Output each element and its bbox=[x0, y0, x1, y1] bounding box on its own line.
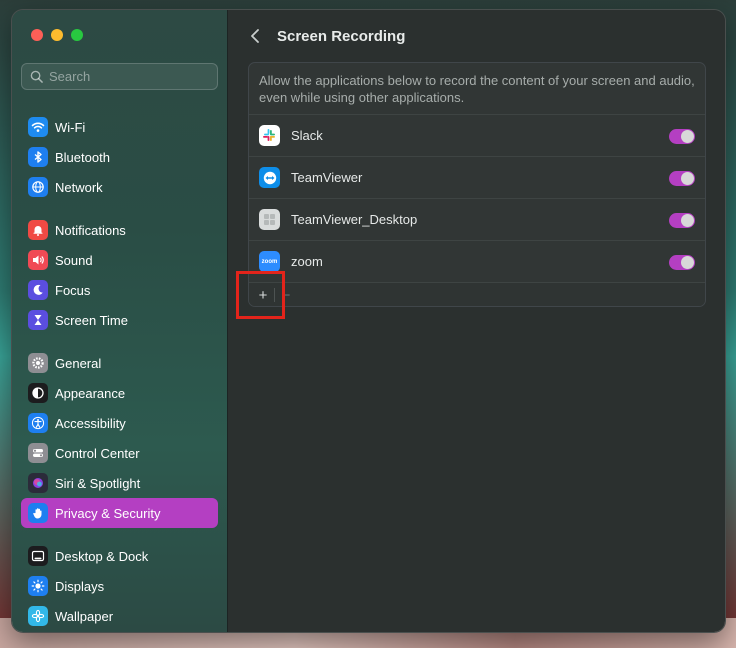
search-field[interactable] bbox=[21, 63, 218, 90]
zoom-icon-text: zoom bbox=[261, 258, 278, 265]
panel-description: Allow the applications below to record t… bbox=[259, 73, 695, 105]
toolbar: Screen Recording bbox=[246, 26, 405, 46]
sidebar-item-general[interactable]: General bbox=[21, 348, 218, 378]
sidebar-item-focus[interactable]: Focus bbox=[21, 275, 218, 305]
speaker-icon bbox=[28, 250, 48, 270]
appearance-icon bbox=[28, 383, 48, 403]
sidebar-item-label: Desktop & Dock bbox=[55, 548, 149, 564]
sidebar-item-displays[interactable]: Displays bbox=[21, 571, 218, 601]
wifi-icon bbox=[28, 117, 48, 137]
moon-icon bbox=[28, 280, 48, 300]
app-name: TeamViewer bbox=[291, 170, 363, 185]
bell-icon bbox=[28, 220, 48, 240]
sidebar-item-label: General bbox=[55, 355, 102, 371]
globe-icon bbox=[28, 177, 48, 197]
app-name: Slack bbox=[291, 128, 323, 143]
remove-app-button[interactable]: − bbox=[275, 285, 297, 305]
sidebar-item-network[interactable]: Network bbox=[21, 172, 218, 202]
sidebar: Wi-Fi Bluetooth Network bbox=[12, 10, 228, 632]
zoom-toggle[interactable] bbox=[669, 255, 695, 270]
sidebar-item-privacy-security[interactable]: Privacy & Security bbox=[21, 498, 218, 528]
hand-icon bbox=[28, 503, 48, 523]
add-app-button[interactable]: + bbox=[252, 285, 274, 305]
sidebar-group-system: General Appearance Accessibility Control… bbox=[21, 348, 218, 528]
sidebar-item-label: Wallpaper bbox=[55, 608, 114, 624]
app-name: TeamViewer_Desktop bbox=[291, 212, 418, 227]
panel-footer: + − bbox=[249, 282, 705, 306]
zoom-button[interactable] bbox=[71, 29, 83, 41]
sidebar-item-control-center[interactable]: Control Center bbox=[21, 438, 218, 468]
sidebar-nav: Wi-Fi Bluetooth Network Notifications So… bbox=[21, 112, 218, 632]
toggle-knob bbox=[681, 130, 694, 143]
sidebar-item-label: Sound bbox=[55, 252, 93, 268]
page-title: Screen Recording bbox=[277, 27, 406, 45]
slack-icon bbox=[259, 125, 280, 146]
sidebar-group-notifications: Notifications Sound Focus Screen Time bbox=[21, 215, 218, 335]
sidebar-item-label: Appearance bbox=[55, 385, 126, 401]
generic-app-icon bbox=[259, 209, 280, 230]
sidebar-item-label: Displays bbox=[55, 578, 105, 594]
hourglass-icon bbox=[28, 310, 48, 330]
app-row-teamviewer-desktop: TeamViewer_Desktop bbox=[249, 198, 705, 240]
sidebar-item-bluetooth[interactable]: Bluetooth bbox=[21, 142, 218, 172]
back-button[interactable] bbox=[246, 26, 264, 46]
app-name: zoom bbox=[291, 254, 323, 269]
sidebar-item-label: Wi-Fi bbox=[55, 119, 86, 135]
close-button[interactable] bbox=[31, 29, 43, 41]
sidebar-item-desktop-dock[interactable]: Desktop & Dock bbox=[21, 541, 218, 571]
search-icon bbox=[30, 70, 43, 83]
sidebar-item-accessibility[interactable]: Accessibility bbox=[21, 408, 218, 438]
sidebar-item-label: Notifications bbox=[55, 222, 126, 238]
app-permissions-panel: Allow the applications below to record t… bbox=[248, 62, 706, 307]
teamviewer-desktop-toggle[interactable] bbox=[669, 213, 695, 228]
window-controls bbox=[31, 29, 83, 41]
sidebar-item-wifi[interactable]: Wi-Fi bbox=[21, 112, 218, 142]
slack-toggle[interactable] bbox=[669, 129, 695, 144]
sidebar-item-label: Network bbox=[55, 179, 103, 195]
sidebar-item-label: Privacy & Security bbox=[55, 505, 161, 521]
flower-icon bbox=[28, 606, 48, 626]
main-content: Screen Recording Allow the applications … bbox=[228, 10, 725, 632]
sidebar-item-label: Siri & Spotlight bbox=[55, 475, 141, 491]
teamviewer-toggle[interactable] bbox=[669, 171, 695, 186]
sidebar-group-connectivity: Wi-Fi Bluetooth Network bbox=[21, 112, 218, 202]
sidebar-group-display: Desktop & Dock Displays Wallpaper bbox=[21, 541, 218, 631]
sidebar-item-appearance[interactable]: Appearance bbox=[21, 378, 218, 408]
sun-icon bbox=[28, 576, 48, 596]
toggle-knob bbox=[681, 214, 694, 227]
sidebar-item-notifications[interactable]: Notifications bbox=[21, 215, 218, 245]
siri-icon bbox=[28, 473, 48, 493]
toggle-knob bbox=[681, 256, 694, 269]
sidebar-item-screen-time[interactable]: Screen Time bbox=[21, 305, 218, 335]
zoom-icon: zoom bbox=[259, 251, 280, 272]
minimize-button[interactable] bbox=[51, 29, 63, 41]
accessibility-icon bbox=[28, 413, 48, 433]
bluetooth-icon bbox=[28, 147, 48, 167]
chevron-left-icon bbox=[251, 29, 259, 43]
sidebar-item-label: Accessibility bbox=[55, 415, 126, 431]
sidebar-item-label: Screen Time bbox=[55, 312, 128, 328]
teamviewer-icon bbox=[259, 167, 280, 188]
sidebar-item-label: Control Center bbox=[55, 445, 140, 461]
sidebar-item-label: Focus bbox=[55, 282, 91, 298]
sidebar-item-sound[interactable]: Sound bbox=[21, 245, 218, 275]
control-center-icon bbox=[28, 443, 48, 463]
app-row-zoom: zoom zoom bbox=[249, 240, 705, 282]
search-input[interactable] bbox=[49, 69, 209, 84]
sidebar-item-siri-spotlight[interactable]: Siri & Spotlight bbox=[21, 468, 218, 498]
sidebar-item-wallpaper[interactable]: Wallpaper bbox=[21, 601, 218, 631]
settings-window: Wi-Fi Bluetooth Network bbox=[11, 9, 726, 633]
app-row-teamviewer: TeamViewer bbox=[249, 156, 705, 198]
toggle-knob bbox=[681, 172, 694, 185]
gear-icon bbox=[28, 353, 48, 373]
sidebar-item-label: Bluetooth bbox=[55, 149, 110, 165]
dock-icon bbox=[28, 546, 48, 566]
app-row-slack: Slack bbox=[249, 114, 705, 156]
